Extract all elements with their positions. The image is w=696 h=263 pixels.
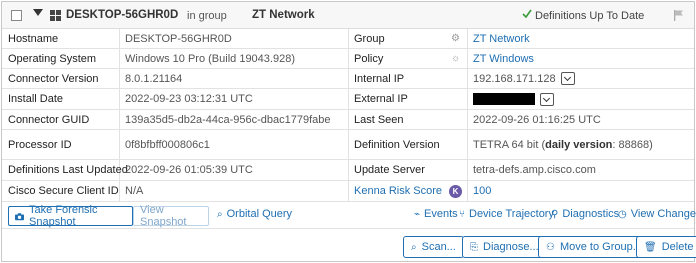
check-icon bbox=[522, 9, 532, 19]
processor-id-label: Processor ID bbox=[8, 138, 72, 151]
diagnostics-label: Diagnostics bbox=[562, 208, 620, 220]
definitions-updated-label: Definitions Last Updated bbox=[8, 164, 128, 176]
connector-version-label: Connector Version bbox=[8, 72, 99, 85]
view-changes-label: View Changes bbox=[630, 208, 696, 220]
take-forensic-snapshot-button[interactable]: Take Forensic Snapshot bbox=[8, 204, 133, 228]
action-bar: Take Forensic Snapshot View Snapshot ⌕ O… bbox=[2, 202, 696, 229]
take-forensic-snapshot-label: Take Forensic Snapshot bbox=[29, 204, 98, 228]
computer-hostname-title: DESKTOP-56GHR0D bbox=[66, 9, 179, 21]
detail-row: Hostname DESKTOP-56GHR0D Group ⚙ ZT Netw… bbox=[2, 29, 694, 49]
in-group-text: in group bbox=[187, 10, 227, 22]
group-label: Group bbox=[354, 32, 385, 45]
trajectory-icon: ⑂ bbox=[459, 208, 465, 220]
view-snapshot-button[interactable]: View Snapshot bbox=[133, 204, 209, 228]
detail-row: Install Date 2022-09-23 03:12:31 UTC Ext… bbox=[2, 89, 694, 110]
secure-client-id-label: Cisco Secure Client ID bbox=[8, 185, 119, 197]
internal-ip-label: Internal IP bbox=[354, 72, 405, 85]
connector-guid-label: Connector GUID bbox=[8, 113, 90, 126]
orbital-query-link[interactable]: ⌕ Orbital Query bbox=[217, 208, 292, 220]
detail-row: Definitions Last Updated 2022-09-26 01:0… bbox=[2, 160, 694, 181]
update-server-value: tetra-defs.amp.cisco.com bbox=[473, 164, 596, 176]
trash-icon: 🗑 bbox=[644, 241, 657, 253]
external-ip-label: External IP bbox=[354, 93, 408, 105]
view-snapshot-label: View Snapshot bbox=[140, 204, 187, 228]
move-to-group-button[interactable]: ⚇ Move to Group... bbox=[538, 236, 650, 258]
update-server-label: Update Server bbox=[354, 164, 425, 176]
detail-row: Connector Version 8.0.1.21164 Internal I… bbox=[2, 69, 694, 89]
definitions-updated-value: 2022-09-26 01:05:39 UTC bbox=[125, 164, 253, 176]
definition-version-prefix: TETRA 64 bit ( bbox=[473, 138, 546, 151]
events-link[interactable]: ⌁ Events bbox=[414, 208, 458, 220]
internal-ip-dropdown-icon[interactable] bbox=[560, 72, 575, 85]
definition-version-daily: daily version bbox=[545, 138, 613, 151]
delete-label: Delete bbox=[661, 241, 694, 253]
last-seen-value: 2022-09-26 01:16:25 UTC bbox=[473, 113, 601, 126]
computer-header: DESKTOP-56GHR0D in group ZT Network Defi… bbox=[2, 2, 694, 29]
move-to-group-label: Move to Group... bbox=[559, 241, 642, 253]
detail-row: Cisco Secure Client ID N/A Kenna Risk Sc… bbox=[2, 181, 694, 202]
install-date-value: 2022-09-23 03:12:31 UTC bbox=[125, 93, 253, 105]
diagnostics-icon: ⚲ bbox=[551, 208, 559, 220]
install-date-label: Install Date bbox=[8, 93, 64, 105]
device-trajectory-label: Device Trajectory bbox=[469, 208, 554, 220]
connector-guid-value: 139a35d5-db2a-44ca-956c-dbac1779fabe bbox=[125, 113, 331, 126]
connector-version-value: 8.0.1.21164 bbox=[125, 72, 183, 85]
policy-link[interactable]: ZT Windows bbox=[473, 49, 534, 68]
windows-logo-icon bbox=[50, 10, 61, 21]
diagnose-button[interactable]: ⎘ Diagnose... bbox=[462, 236, 547, 258]
definition-version-label: Definition Version bbox=[354, 138, 440, 151]
policy-settings-icon: ☼ bbox=[451, 53, 461, 64]
internal-ip-value: 192.168.171.128 bbox=[473, 72, 556, 85]
diagnostics-link[interactable]: ⚲ Diagnostics bbox=[551, 208, 619, 220]
detail-row: Connector GUID 139a35d5-db2a-44ca-956c-d… bbox=[2, 110, 694, 130]
scan-label: Scan... bbox=[421, 241, 456, 253]
users-icon: ⚇ bbox=[546, 241, 555, 253]
internal-ip-cell: 192.168.171.128 bbox=[473, 69, 575, 88]
select-checkbox[interactable] bbox=[11, 10, 22, 21]
group-name-title: ZT Network bbox=[252, 9, 315, 21]
diagnose-label: Diagnose... bbox=[483, 241, 539, 253]
definition-version-value: TETRA 64 bit (daily version: 88868) bbox=[473, 130, 653, 159]
search-icon: ⌕ bbox=[411, 241, 417, 253]
secure-client-id-value: N/A bbox=[125, 185, 144, 197]
external-ip-cell bbox=[473, 89, 554, 109]
device-trajectory-link[interactable]: ⑂ Device Trajectory bbox=[459, 208, 554, 220]
diagnose-icon: ⎘ bbox=[470, 241, 478, 253]
detail-row: Processor ID 0f8bfbff000806c1 Definition… bbox=[2, 130, 694, 160]
group-link[interactable]: ZT Network bbox=[473, 29, 530, 48]
delete-button[interactable]: 🗑 Delete bbox=[636, 236, 696, 258]
collapse-caret-icon[interactable] bbox=[33, 9, 43, 16]
history-icon: ◷ bbox=[618, 208, 627, 220]
kenna-risk-score-value[interactable]: 100 bbox=[473, 181, 491, 201]
detail-row: Operating System Windows 10 Pro (Build 1… bbox=[2, 49, 694, 69]
processor-id-value: 0f8bfbff000806c1 bbox=[125, 138, 210, 151]
view-changes-link[interactable]: ◷ View Changes bbox=[618, 208, 696, 220]
flag-icon[interactable] bbox=[674, 10, 684, 21]
external-ip-redacted bbox=[473, 93, 535, 105]
definition-version-suffix: : 88868) bbox=[612, 138, 653, 151]
events-label: Events bbox=[424, 208, 458, 220]
search-icon: ⌕ bbox=[217, 208, 223, 220]
camera-icon bbox=[15, 212, 25, 220]
external-ip-dropdown-icon[interactable] bbox=[540, 92, 554, 106]
orbital-query-label: Orbital Query bbox=[226, 208, 293, 220]
computer-detail-panel: DESKTOP-56GHR0D in group ZT Network Defi… bbox=[1, 1, 696, 262]
policy-label: Policy bbox=[354, 52, 384, 65]
group-settings-icon: ⚙ bbox=[451, 33, 460, 44]
definitions-status: Definitions Up To Date bbox=[535, 10, 645, 22]
last-seen-label: Last Seen bbox=[354, 113, 404, 126]
os-label: Operating System bbox=[8, 52, 97, 65]
events-icon: ⌁ bbox=[414, 208, 421, 220]
hostname-value: DESKTOP-56GHR0D bbox=[125, 32, 232, 45]
kenna-risk-score-link[interactable]: Kenna Risk Score bbox=[354, 181, 442, 201]
kenna-logo-icon: K bbox=[449, 185, 462, 198]
scan-button[interactable]: ⌕ Scan... bbox=[403, 236, 464, 258]
hostname-label: Hostname bbox=[8, 32, 59, 45]
os-value: Windows 10 Pro (Build 19043.928) bbox=[125, 52, 295, 65]
